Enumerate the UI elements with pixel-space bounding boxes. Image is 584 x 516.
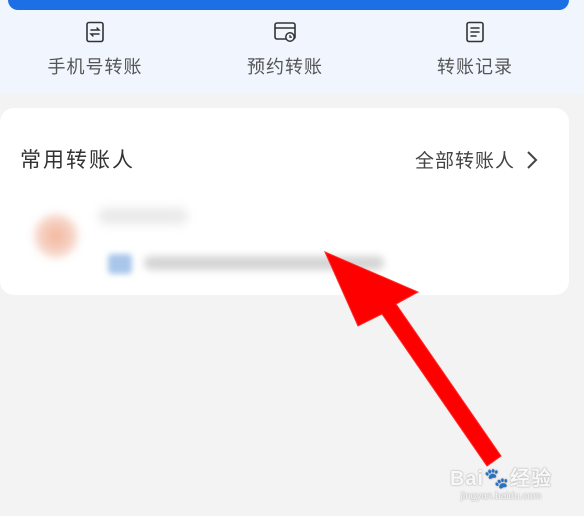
watermark-url: jingyan.baidu.com (460, 491, 542, 502)
avatar (34, 214, 78, 258)
scheduled-transfer-icon (274, 22, 296, 42)
quick-actions-panel: 手机号转账 预约转账 转账记录 (0, 0, 584, 94)
chevron-right-icon (527, 150, 538, 169)
view-all-label: 全部转账人 (414, 150, 515, 172)
watermark-brand-cn: 经验 (510, 468, 552, 490)
frequent-payees-title: 常用转账人 (20, 148, 135, 172)
paw-icon: 🐾 (484, 468, 510, 490)
frequent-payees-card: 常用转账人 全部转账人 (0, 108, 569, 295)
transfer-records-label: 转账记录 (437, 57, 513, 78)
transfer-records-button[interactable]: 转账记录 (395, 20, 555, 82)
watermark-brand: Bai (449, 468, 485, 490)
watermark: Bai🐾经验 jingyan.baidu.com (450, 462, 552, 502)
view-all-payees-button[interactable]: 全部转账人 (415, 146, 539, 173)
phone-transfer-button[interactable]: 手机号转账 (15, 20, 175, 82)
scheduled-transfer-button[interactable]: 预约转账 (205, 20, 365, 82)
transfer-records-icon (466, 21, 484, 43)
scheduled-transfer-label: 预约转账 (247, 57, 323, 78)
top-banner (8, 0, 569, 10)
phone-transfer-icon (86, 21, 104, 43)
payee-list-item[interactable] (20, 204, 400, 280)
bank-logo-icon (108, 254, 132, 274)
phone-transfer-label: 手机号转账 (47, 57, 143, 78)
payee-account-blurred (144, 256, 384, 270)
payee-name-blurred (98, 208, 188, 224)
